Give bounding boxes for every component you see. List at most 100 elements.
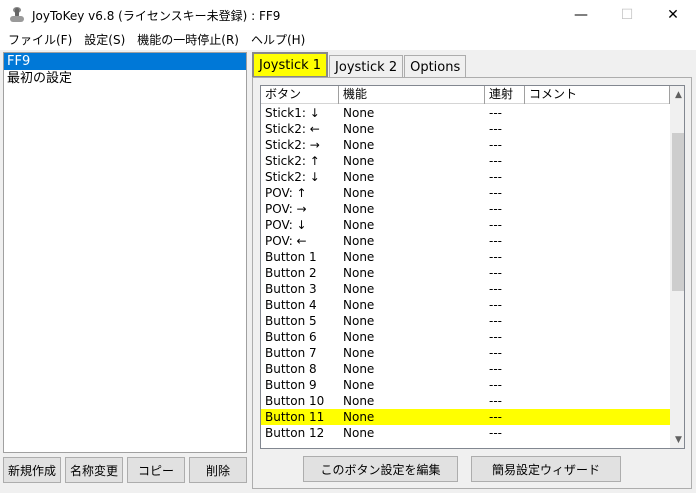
row-button-name: Stick1: ↓ [265, 106, 320, 120]
table-row[interactable]: Button 4 None --- [261, 297, 670, 313]
joystick-app-icon [9, 7, 25, 23]
table-row[interactable]: Stick2: ↓ None --- [261, 169, 670, 185]
table-row[interactable]: Button 5 None --- [261, 313, 670, 329]
menu-settings[interactable]: 設定(S) [78, 30, 131, 50]
row-function: None [343, 138, 375, 152]
row-button-name: Button 6 [265, 330, 317, 344]
row-button-name: Button 12 [265, 426, 325, 440]
vertical-scrollbar[interactable]: ▲ ▼ [670, 86, 684, 448]
row-button-name: Button 5 [265, 314, 317, 328]
row-button-name: Button 2 [265, 266, 317, 280]
menu-file[interactable]: ファイル(F) [2, 30, 78, 50]
row-comment [525, 297, 670, 313]
table-row[interactable]: POV: → None --- [261, 201, 670, 217]
tab-joystick-1[interactable]: Joystick 1 [252, 52, 329, 78]
row-comment [525, 409, 670, 425]
row-function: None [343, 394, 375, 408]
table-row[interactable]: POV: ↓ None --- [261, 217, 670, 233]
tab-options[interactable]: Options [404, 55, 467, 78]
table-row[interactable]: Button 7 None --- [261, 345, 670, 361]
menu-bar: ファイル(F) 設定(S) 機能の一時停止(R) ヘルプ(H) [0, 30, 696, 50]
table-row[interactable]: Button 8 None --- [261, 361, 670, 377]
row-comment [525, 329, 670, 345]
row-button-name: POV: ← [265, 234, 307, 248]
row-button-name: Stick2: ← [265, 122, 320, 136]
row-comment [525, 201, 670, 217]
table-row[interactable]: Button 6 None --- [261, 329, 670, 345]
row-rapid: --- [489, 186, 502, 200]
row-rapid: --- [489, 266, 502, 280]
table-row[interactable]: Stick2: → None --- [261, 137, 670, 153]
scrollbar-thumb[interactable] [672, 133, 684, 291]
row-rapid: --- [489, 122, 502, 136]
close-button[interactable]: ✕ [650, 0, 696, 30]
tab-joystick-2[interactable]: Joystick 2 [329, 55, 404, 78]
row-rapid: --- [489, 202, 502, 216]
header-rapid[interactable]: 連射 [485, 86, 525, 104]
row-function: None [343, 250, 375, 264]
copy-profile-button[interactable]: コピー [127, 457, 185, 483]
delete-profile-button[interactable]: 削除 [189, 457, 247, 483]
setup-wizard-button[interactable]: 簡易設定ウィザード [471, 456, 621, 482]
row-button-name: Stick2: → [265, 138, 320, 152]
row-comment [525, 233, 670, 249]
table-row[interactable]: Stick1: ↓ None --- [261, 105, 670, 121]
button-assignment-list[interactable]: ボタン 機能 連射 コメント Stick1: ↓ None --- Stick2: ←… [260, 85, 685, 449]
header-comment[interactable]: コメント [525, 86, 670, 104]
row-rapid: --- [489, 362, 502, 376]
profile-list[interactable]: FF9 最初の設定 [3, 52, 247, 453]
row-function: None [343, 106, 375, 120]
row-rapid: --- [489, 426, 502, 440]
row-comment [525, 153, 670, 169]
profile-item-default[interactable]: 最初の設定 [4, 70, 246, 87]
row-comment [525, 185, 670, 201]
table-row[interactable]: Stick2: ← None --- [261, 121, 670, 137]
row-comment [525, 377, 670, 393]
table-row[interactable]: Button 1 None --- [261, 249, 670, 265]
row-function: None [343, 282, 375, 296]
table-row[interactable]: Button 9 None --- [261, 377, 670, 393]
table-row[interactable]: Button 10 None --- [261, 393, 670, 409]
row-button-name: Button 9 [265, 378, 317, 392]
table-row[interactable]: POV: ← None --- [261, 233, 670, 249]
row-function: None [343, 202, 375, 216]
table-row[interactable]: Button 12 None --- [261, 425, 670, 441]
table-row[interactable]: Stick2: ↑ None --- [261, 153, 670, 169]
table-row[interactable]: POV: ↑ None --- [261, 185, 670, 201]
menu-pause[interactable]: 機能の一時停止(R) [131, 30, 245, 50]
table-row[interactable]: Button 3 None --- [261, 281, 670, 297]
edit-button-config-button[interactable]: このボタン設定を編集 [303, 456, 458, 482]
window-title: JoyToKey v6.8 (ライセンスキー未登録) : FF9 [32, 8, 281, 23]
new-profile-button[interactable]: 新規作成 [3, 457, 61, 483]
scroll-up-icon[interactable]: ▲ [670, 86, 684, 103]
table-row[interactable]: Button 11 None --- [261, 409, 670, 425]
row-function: None [343, 346, 375, 360]
row-comment [525, 121, 670, 137]
row-rapid: --- [489, 170, 502, 184]
tab-panel: ボタン 機能 連射 コメント Stick1: ↓ None --- Stick2: ←… [252, 77, 692, 489]
row-rapid: --- [489, 314, 502, 328]
row-rapid: --- [489, 154, 502, 168]
row-button-name: Button 1 [265, 250, 317, 264]
header-function[interactable]: 機能 [339, 86, 485, 104]
scroll-down-icon[interactable]: ▼ [670, 431, 684, 448]
profile-item-ff9[interactable]: FF9 [4, 53, 246, 70]
minimize-button[interactable]: — [558, 0, 604, 30]
row-button-name: Stick2: ↓ [265, 170, 320, 184]
row-comment [525, 361, 670, 377]
row-rapid: --- [489, 394, 502, 408]
row-button-name: Button 10 [265, 394, 325, 408]
table-row[interactable]: Button 2 None --- [261, 265, 670, 281]
row-comment [525, 105, 670, 121]
row-rapid: --- [489, 330, 502, 344]
header-button[interactable]: ボタン [261, 86, 339, 104]
row-function: None [343, 218, 375, 232]
row-function: None [343, 266, 375, 280]
row-function: None [343, 426, 375, 440]
row-comment [525, 265, 670, 281]
menu-help[interactable]: ヘルプ(H) [245, 30, 311, 50]
row-button-name: Stick2: ↑ [265, 154, 320, 168]
row-function: None [343, 186, 375, 200]
row-button-name: POV: → [265, 202, 307, 216]
rename-profile-button[interactable]: 名称変更 [65, 457, 123, 483]
